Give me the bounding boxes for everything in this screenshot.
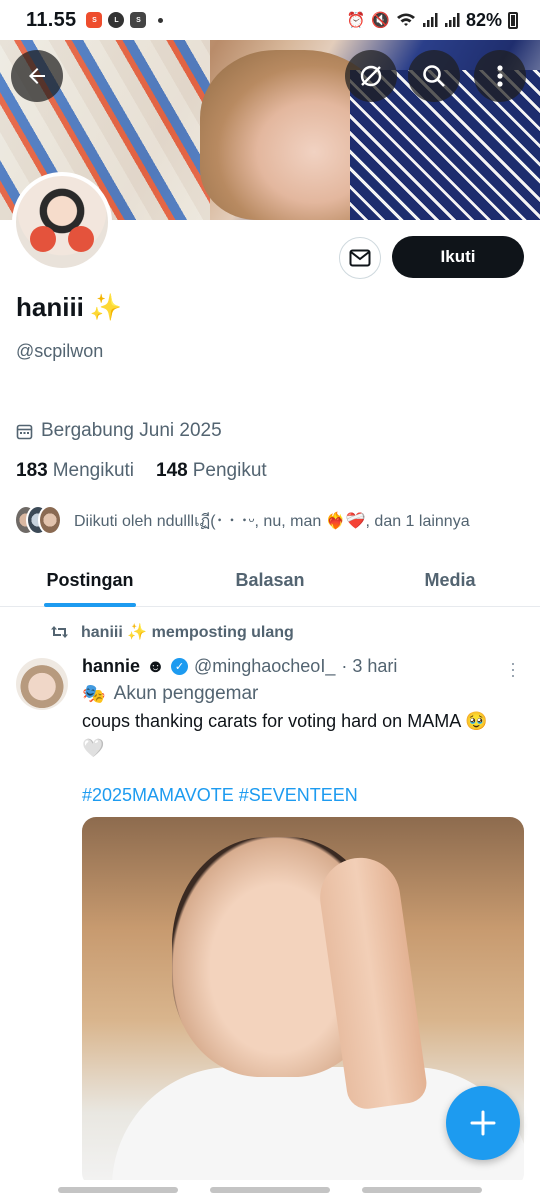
compose-button[interactable]	[446, 1086, 520, 1160]
post-more-icon[interactable]: · · ·	[510, 654, 516, 684]
mute-icon: 🔇	[371, 12, 390, 29]
post-author-name[interactable]: hannie	[82, 656, 140, 677]
theater-masks-icon: 🎭	[82, 684, 106, 705]
more-notifications-dot	[158, 17, 164, 23]
more-button[interactable]	[474, 50, 526, 102]
active-tab-indicator	[44, 603, 136, 607]
post-text: coups thanking carats for voting hard on…	[82, 708, 522, 762]
tab-label: Media	[424, 570, 476, 590]
status-right: ⏰ 🔇 82%	[347, 10, 518, 31]
grok-button[interactable]	[345, 50, 397, 102]
joined-text: Bergabung Juni 2025	[41, 420, 222, 441]
wifi-icon	[396, 13, 415, 26]
following-count: 183	[16, 460, 48, 481]
post-author-avatar[interactable]	[16, 658, 68, 710]
sparkles-emoji: ✨	[89, 292, 123, 322]
search-button[interactable]	[408, 50, 460, 102]
follow-button[interactable]: Ikuti	[392, 236, 524, 278]
line-icon: L	[108, 12, 125, 28]
repost-icon	[51, 626, 68, 638]
status-time: 11.55	[26, 8, 77, 31]
display-name: haniii ✨	[16, 292, 122, 323]
tab-balasan[interactable]: Balasan	[180, 555, 360, 606]
message-button[interactable]	[339, 237, 381, 279]
followers-link[interactable]: 148 Pengikut	[156, 460, 267, 482]
author-badge: ☻	[146, 656, 165, 676]
display-name-text: haniii	[16, 292, 84, 322]
signal-icon-2	[444, 13, 460, 27]
post-hashtags[interactable]: #2025MAMAVOTE #SEVENTEEN	[82, 785, 358, 806]
post-text-line1: coups thanking carats for voting hard on…	[82, 711, 488, 731]
arrow-left-icon	[29, 68, 45, 84]
profile-tabs: Postingan Balasan Media	[0, 555, 540, 607]
alarm-icon: ⏰	[346, 12, 366, 29]
battery-percent: 82%	[465, 9, 502, 30]
system-nav-bar	[0, 1180, 540, 1200]
back-button[interactable]	[11, 50, 63, 102]
joined-date: Bergabung Juni 2025	[16, 420, 222, 442]
plus-icon	[470, 1110, 496, 1136]
following-link[interactable]: 183 Mengikuti	[16, 460, 134, 482]
nav-back[interactable]	[362, 1187, 482, 1193]
shopeepay-icon: S	[86, 12, 103, 28]
fan-label-text: Akun penggemar	[113, 683, 259, 704]
search-icon	[423, 65, 445, 87]
post-time: · 3 hari	[341, 656, 398, 676]
repost-text: haniii ✨ memposting ulang	[81, 624, 294, 641]
followers-count: 148	[156, 460, 188, 481]
tab-media[interactable]: Media	[360, 555, 540, 606]
followed-by[interactable]: Diikuti oleh ndulllเฏี(･ ･ ･ᵕ, nu, man ❤…	[14, 505, 470, 535]
signal-icon	[422, 13, 438, 27]
nav-home[interactable]	[210, 1187, 330, 1193]
nav-recent[interactable]	[58, 1187, 178, 1193]
tab-postingan[interactable]: Postingan	[0, 555, 180, 607]
status-bar: 11.55 S L S ⏰ 🔇 82%	[0, 0, 540, 40]
more-vertical-icon	[497, 65, 503, 87]
verified-badge-icon: ✓	[170, 658, 188, 675]
post-header: hannie ☻ ✓ @minghaocheoI_ · 3 hari	[82, 656, 482, 677]
fan-account-label: 🎭 Akun penggemar	[82, 682, 258, 706]
notification-icons: S L S	[86, 12, 164, 28]
followed-by-avatars	[14, 505, 62, 535]
shopee-icon: S	[130, 12, 147, 28]
followers-label: Pengikut	[192, 460, 267, 481]
grok-icon	[360, 65, 382, 87]
battery-icon	[508, 11, 518, 29]
post-author-handle[interactable]: @minghaocheoI_	[194, 656, 335, 677]
follow-counts: 183 Mengikuti 148 Pengikut	[16, 460, 267, 482]
repost-indicator: haniii ✨ memposting ulang	[50, 622, 294, 642]
tab-label: Postingan	[46, 570, 134, 590]
post-text-line2: 🤍	[82, 738, 105, 758]
envelope-icon	[349, 249, 371, 267]
user-handle: @scpilwon	[16, 341, 104, 361]
calendar-icon	[16, 424, 33, 439]
profile-avatar[interactable]	[12, 172, 112, 272]
following-label: Mengikuti	[52, 460, 135, 481]
followed-by-text: Diikuti oleh ndulllเฏี(･ ･ ･ᵕ, nu, man ❤…	[74, 512, 470, 530]
tab-label: Balasan	[235, 570, 305, 590]
